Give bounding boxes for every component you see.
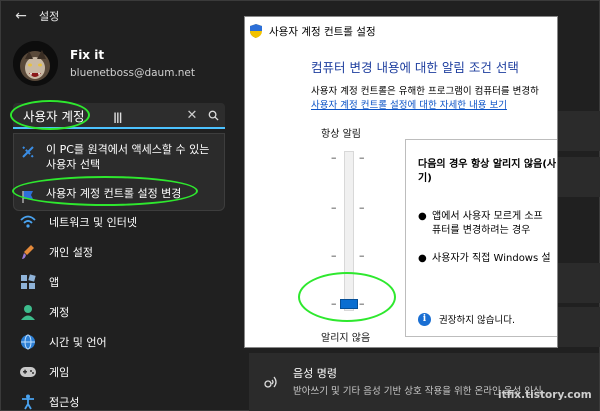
brush-icon: [19, 243, 37, 261]
text-cursor-icon: Ⅲ: [113, 111, 123, 127]
search-input[interactable]: 사용자 계정: [23, 106, 183, 125]
globe-clock-icon: [19, 333, 37, 351]
sidebar-item-label: 접근성: [49, 396, 80, 409]
wifi-icon: [19, 213, 37, 231]
suggestion-uac-settings[interactable]: 사용자 계정 컨트롤 설정 변경: [20, 186, 181, 204]
notification-slider-thumb[interactable]: [340, 299, 358, 309]
uac-title-bar: 사용자 계정 컨트롤 설정: [245, 17, 557, 45]
search-icon[interactable]: [201, 110, 225, 121]
sidebar-item-label: 시간 및 언어: [49, 336, 107, 349]
sidebar-item-personalization[interactable]: 개인 설정: [13, 239, 233, 265]
slider-tick: –: [359, 249, 365, 262]
slider-tick: –: [331, 201, 337, 214]
background-setting-row: [557, 111, 600, 151]
suggestion-label: 사용자 계정 컨트롤 설정 변경: [46, 187, 182, 200]
sidebar-item-label: 개인 설정: [49, 246, 93, 259]
info-title: 다음의 경우 항상 알리지 않음(사 기): [418, 158, 556, 186]
suggestion-label-line1: 이 PC를 원격에서 액세스할 수 있는: [46, 143, 210, 156]
slider-top-label: 항상 알림: [321, 129, 361, 140]
recommendation: i 권장하지 않습니다.: [418, 312, 515, 326]
notification-slider-track[interactable]: [344, 151, 354, 311]
sidebar-item-accounts[interactable]: 계정: [13, 299, 233, 325]
slider-tick: –: [331, 297, 337, 310]
card-title: 음성 명령: [293, 367, 337, 380]
sidebar-item-label: 네트워크 및 인터넷: [49, 216, 137, 229]
uac-flag-icon: [20, 188, 36, 204]
gamepad-icon: [19, 363, 37, 381]
search-suggestions: 이 PC를 원격에서 액세스할 수 있는 사용자 선택 사용자 계정 컨트롤 설…: [13, 133, 225, 211]
suggestion-remote-access[interactable]: 이 PC를 원격에서 액세스할 수 있는 사용자 선택: [20, 142, 209, 172]
app-title: 설정: [39, 10, 60, 23]
avatar[interactable]: [13, 41, 58, 86]
sidebar-item-apps[interactable]: 앱: [13, 269, 233, 295]
accessibility-icon: [19, 393, 37, 411]
info-title-line1: 다음의 경우 항상 알리지 않음(사: [418, 159, 557, 170]
slider-bottom-label: 알리지 않음: [321, 333, 371, 344]
uac-settings-dialog: 사용자 계정 컨트롤 설정 컴퓨터 변경 내용에 대한 알림 조건 선택 사용자…: [244, 16, 558, 348]
bullet-line1: 사용자가 직접 Windows 설: [432, 253, 551, 264]
sidebar-item-accessibility[interactable]: 접근성: [13, 389, 233, 411]
back-arrow-icon[interactable]: ←: [7, 4, 35, 28]
info-icon: i: [418, 312, 431, 326]
slider-tick: –: [331, 151, 337, 164]
profile: Fix it bluenetboss@daum.net: [13, 41, 195, 86]
watermark: itfix.tistory.com: [498, 389, 592, 401]
background-setting-row: [557, 263, 600, 303]
voice-icon: [263, 373, 279, 392]
suggestion-label-line2: 사용자 선택: [46, 158, 101, 171]
uac-window-title: 사용자 계정 컨트롤 설정: [269, 25, 376, 38]
apps-icon: [19, 273, 37, 291]
bullet-item: ● 사용자가 직접 Windows 설: [418, 253, 551, 264]
uac-description: 사용자 계정 컨트롤은 유해한 프로그램이 컴퓨터를 변경하: [311, 86, 539, 97]
profile-email: bluenetboss@daum.net: [70, 67, 196, 79]
uac-heading: 컴퓨터 변경 내용에 대한 알림 조건 선택: [311, 60, 519, 75]
slider-tick: –: [359, 201, 365, 214]
bullet-line2: 퓨터를 변경하려는 경우: [432, 225, 531, 236]
shield-icon: [249, 24, 263, 38]
sidebar-item-gaming[interactable]: 게임: [13, 359, 233, 385]
uac-help-link[interactable]: 사용자 계정 컨트롤 설정에 대한 자세한 내용 보기: [311, 97, 507, 111]
info-title-line2: 기): [418, 173, 432, 184]
sidebar-item-label: 계정: [49, 306, 70, 319]
bullet-line1: 앱에서 사용자 모르게 소프: [432, 211, 543, 222]
slider-tick: –: [359, 297, 365, 310]
slider-tick: –: [331, 249, 337, 262]
background-setting-row: [557, 307, 600, 347]
recommendation-text: 권장하지 않습니다.: [439, 315, 515, 326]
slider-tick: –: [359, 151, 365, 164]
person-icon: [19, 303, 37, 321]
profile-name: Fix it: [70, 48, 105, 62]
bullet-item: ● 앱에서 사용자 모르게 소프 퓨터를 변경하려는 경우: [418, 211, 543, 236]
close-icon[interactable]: ✕: [183, 108, 201, 123]
sidebar-item-label: 게임: [49, 366, 70, 379]
voice-command-card[interactable]: 음성 명령 받아쓰기 및 기타 음성 기반 상호 작용을 위한 온라인 음성 인…: [249, 353, 599, 411]
remote-access-icon: [20, 144, 36, 160]
background-setting-row: [557, 157, 600, 197]
sidebar-item-time-language[interactable]: 시간 및 언어: [13, 329, 233, 355]
sidebar-item-label: 앱: [49, 276, 60, 289]
sidebar-item-network[interactable]: 네트워크 및 인터넷: [13, 209, 233, 235]
level-description-panel: 다음의 경우 항상 알리지 않음(사 기) ● 앱에서 사용자 모르게 소프 퓨터…: [405, 139, 557, 337]
